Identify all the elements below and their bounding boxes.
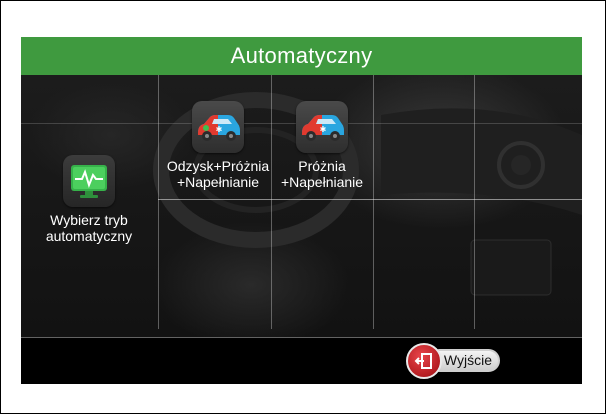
mode-recovery-vacuum-charge-button[interactable]: ✱ Odzysk+Próżnia +Napełnianie <box>163 101 273 190</box>
exit-door-icon <box>406 343 442 379</box>
mode-auto-select-button[interactable]: Wybierz tryb automatyczny <box>34 155 144 244</box>
car-recovery-icon: ✱ <box>192 101 244 153</box>
exit-button-label: Wyjście <box>443 352 492 368</box>
mode-vacuum-charge-button[interactable]: ✱ Próżnia +Napełnianie <box>267 101 377 190</box>
grid-divider <box>158 75 159 329</box>
page-title: Automatyczny <box>230 43 373 68</box>
mode-auto-label: Wybierz tryb automatyczny <box>45 212 133 244</box>
mode-selection-area: Wybierz tryb automatyczny ✱ Odzysk+Próżn <box>21 75 582 337</box>
grid-divider <box>158 199 582 200</box>
svg-text:✱: ✱ <box>320 125 327 134</box>
device-screen: Automatyczny Wybierz tryb automatyczny ✱… <box>21 37 582 384</box>
monitor-heartbeat-icon <box>63 155 115 207</box>
title-bar: Automatyczny <box>21 37 582 75</box>
car-vacuum-icon: ✱ <box>296 101 348 153</box>
mode-recovery-label: Odzysk+Próżnia +Napełnianie <box>166 158 270 190</box>
grid-divider <box>474 75 475 329</box>
mode-vacuum-label: Próżnia +Napełnianie <box>280 158 364 190</box>
bottom-divider <box>21 337 582 338</box>
exit-button[interactable]: Wyjście <box>406 342 502 380</box>
window-frame: Automatyczny Wybierz tryb automatyczny ✱… <box>0 0 606 414</box>
svg-text:✱: ✱ <box>216 125 223 134</box>
